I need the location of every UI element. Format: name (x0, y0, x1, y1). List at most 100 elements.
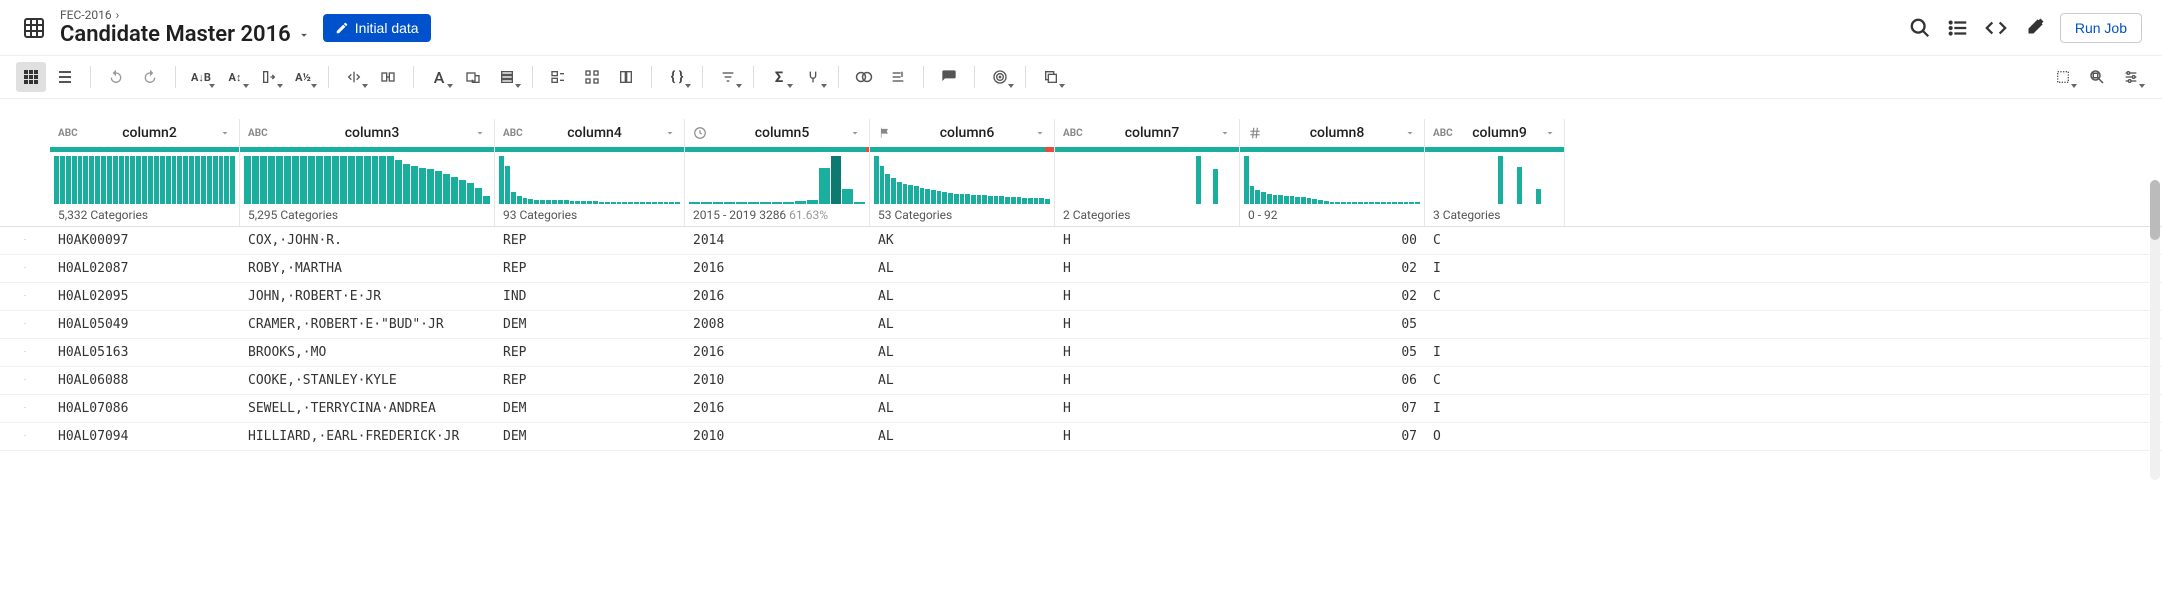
cell[interactable]: H0AL05049 (50, 313, 240, 336)
column-menu-icon[interactable] (1219, 127, 1231, 139)
cell[interactable]: H0AL02095 (50, 285, 240, 308)
histogram[interactable] (685, 152, 869, 204)
cell[interactable]: REP (495, 369, 685, 392)
histogram[interactable] (870, 152, 1054, 204)
cell[interactable]: H0AK00097 (50, 229, 240, 252)
cell[interactable]: H0AL06088 (50, 369, 240, 392)
cell[interactable]: 2010 (685, 369, 870, 392)
select-area-button[interactable] (2048, 62, 2078, 92)
title-dropdown-icon[interactable] (297, 28, 311, 42)
filter-button[interactable] (713, 62, 743, 92)
merge-button[interactable] (373, 62, 403, 92)
braces-button[interactable]: { } (662, 62, 692, 92)
grid-view-button[interactable] (16, 62, 46, 92)
cell[interactable]: C (1425, 285, 1565, 308)
table-row[interactable]: ·H0AL05049CRAMER,·ROBERT·E·"BUD"·JRDEM20… (0, 311, 2162, 339)
cell[interactable]: H (1055, 257, 1240, 280)
cell[interactable]: AL (870, 257, 1055, 280)
cell[interactable]: 2014 (685, 229, 870, 252)
cell[interactable]: AL (870, 425, 1055, 448)
cell[interactable]: 07 (1240, 425, 1425, 448)
table-row[interactable]: ·H0AL02087ROBY,·MARTHAREP2016ALH02I (0, 255, 2162, 283)
table-row[interactable]: ·H0AK00097COX,·JOHN·R.REP2014AKH00C (0, 227, 2162, 255)
cell[interactable]: REP (495, 341, 685, 364)
format-button[interactable]: A½ (288, 62, 318, 92)
cell[interactable]: H0AL02087 (50, 257, 240, 280)
cell[interactable]: 00 (1240, 229, 1425, 252)
column-header[interactable]: column5 (685, 119, 869, 147)
sort-button[interactable]: A↕ (220, 62, 250, 92)
cell[interactable] (1425, 321, 1565, 329)
cell[interactable]: JOHN,·ROBERT·E·JR (240, 285, 495, 308)
column-menu-icon[interactable] (1034, 127, 1046, 139)
cell[interactable]: 02 (1240, 285, 1425, 308)
column-menu-icon[interactable] (1404, 127, 1416, 139)
cell[interactable]: DEM (495, 313, 685, 336)
text-format-button[interactable]: A (424, 62, 454, 92)
histogram[interactable] (1425, 152, 1564, 204)
cell[interactable]: 2016 (685, 257, 870, 280)
histogram[interactable] (50, 152, 239, 204)
column-header[interactable]: ABCcolumn3 (240, 119, 494, 147)
column-header[interactable]: ABCcolumn2 (50, 119, 239, 147)
column-header[interactable]: ABCcolumn4 (495, 119, 684, 147)
column-menu-icon[interactable] (1544, 127, 1556, 139)
cell[interactable]: 2016 (685, 285, 870, 308)
cell[interactable]: I (1425, 341, 1565, 364)
search-icon[interactable] (1908, 16, 1932, 40)
table-row[interactable]: ·H0AL07086SEWELL,·TERRYCINA·ANDREADEM201… (0, 395, 2162, 423)
cell[interactable]: H (1055, 425, 1240, 448)
initial-data-button[interactable]: Initial data (323, 14, 431, 42)
table-row[interactable]: ·H0AL07094HILLIARD,·EARL·FREDERICK·JRDEM… (0, 423, 2162, 451)
cell[interactable]: H (1055, 285, 1240, 308)
cell[interactable]: 2008 (685, 313, 870, 336)
cell[interactable]: AL (870, 285, 1055, 308)
column-menu-icon[interactable] (474, 127, 486, 139)
cell[interactable]: AL (870, 341, 1055, 364)
cell[interactable]: H0AL07086 (50, 397, 240, 420)
venn-button[interactable] (849, 62, 879, 92)
scroll-thumb[interactable] (2150, 180, 2160, 240)
cell[interactable]: 02 (1240, 257, 1425, 280)
cell[interactable]: 2016 (685, 397, 870, 420)
lines-view-button[interactable] (50, 62, 80, 92)
code-icon[interactable] (1984, 16, 2008, 40)
cell[interactable]: AL (870, 313, 1055, 336)
histogram[interactable] (495, 152, 684, 204)
cell[interactable]: H (1055, 369, 1240, 392)
cell[interactable]: I (1425, 257, 1565, 280)
transpose-button[interactable] (611, 62, 641, 92)
cell[interactable]: COOKE,·STANLEY·KYLE (240, 369, 495, 392)
cell[interactable]: AL (870, 369, 1055, 392)
cell[interactable]: AL (870, 397, 1055, 420)
column-header[interactable]: column8 (1240, 119, 1424, 147)
cell[interactable]: C (1425, 369, 1565, 392)
table-row[interactable]: ·H0AL05163BROOKS,·MOREP2016ALH05I (0, 339, 2162, 367)
column-menu-icon[interactable] (664, 127, 676, 139)
breadcrumb-project[interactable]: FEC-2016 (60, 8, 112, 22)
pivot-button[interactable] (577, 62, 607, 92)
cell[interactable]: 2010 (685, 425, 870, 448)
move-button[interactable] (254, 62, 284, 92)
unpivot-button[interactable] (543, 62, 573, 92)
cell[interactable]: REP (495, 229, 685, 252)
zoom-fit-button[interactable] (2082, 62, 2112, 92)
table-row[interactable]: ·H0AL06088COOKE,·STANLEY·KYLEREP2010ALH0… (0, 367, 2162, 395)
list-icon[interactable] (1946, 16, 1970, 40)
redo-button[interactable] (135, 62, 165, 92)
cell[interactable]: BROOKS,·MO (240, 341, 495, 364)
cell[interactable]: 2016 (685, 341, 870, 364)
cell[interactable]: SEWELL,·TERRYCINA·ANDREA (240, 397, 495, 420)
run-job-button[interactable]: Run Job (2060, 13, 2142, 43)
cell[interactable]: O (1425, 425, 1565, 448)
cell[interactable]: H (1055, 397, 1240, 420)
target-button[interactable] (985, 62, 1015, 92)
cell[interactable]: REP (495, 257, 685, 280)
cell[interactable]: 05 (1240, 313, 1425, 336)
cell[interactable]: H (1055, 313, 1240, 336)
cell[interactable]: AK (870, 229, 1055, 252)
copy-button[interactable] (1036, 62, 1066, 92)
eyedropper-icon[interactable] (2022, 16, 2046, 40)
cell[interactable]: DEM (495, 397, 685, 420)
histogram[interactable] (240, 152, 494, 204)
